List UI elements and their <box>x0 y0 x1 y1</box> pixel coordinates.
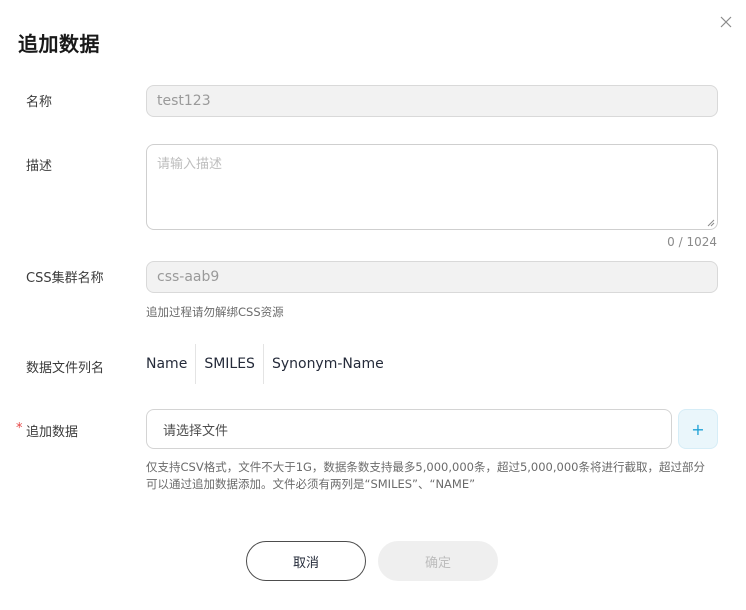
close-icon <box>720 16 732 28</box>
file-select-input[interactable]: 请选择文件 <box>146 409 672 449</box>
column-name: Name <box>146 356 188 372</box>
close-button[interactable] <box>716 12 736 32</box>
confirm-button[interactable]: 确定 <box>378 541 498 581</box>
plus-icon: + <box>691 419 705 439</box>
append-data-dialog: 追加数据 名称 test123 描述 请输入描述 0 / 1024 CSS集群名… <box>0 0 746 610</box>
data-columns-list: Name SMILES Synonym-Name <box>146 344 392 384</box>
css-cluster-value: css-aab9 <box>157 269 220 285</box>
css-cluster-label: CSS集群名称 <box>26 271 104 286</box>
dialog-title: 追加数据 <box>18 32 100 56</box>
name-value: test123 <box>157 93 211 109</box>
name-input[interactable]: test123 <box>146 85 718 117</box>
append-data-hint-line1: 仅支持CSV格式，文件不大于1G，数据条数支持最多5,000,000条，超过5,… <box>146 460 705 474</box>
description-counter: 0 / 1024 <box>667 235 717 249</box>
append-data-label: 追加数据 <box>26 425 79 440</box>
css-cluster-input[interactable]: css-aab9 <box>146 261 718 293</box>
append-data-hint-line2: 可以通过追加数据添加。文件必须有两列是“SMILES”、“NAME” <box>146 477 476 491</box>
add-file-button[interactable]: + <box>678 409 718 449</box>
description-placeholder: 请输入描述 <box>157 157 223 172</box>
file-select-placeholder: 请选择文件 <box>163 423 229 439</box>
css-cluster-hint: 追加过程请勿解绑CSS资源 <box>146 305 284 319</box>
resize-grip-icon[interactable] <box>707 219 715 227</box>
data-columns-label: 数据文件列名 <box>26 361 105 376</box>
append-data-hint: 仅支持CSV格式，文件不大于1G，数据条数支持最多5,000,000条，超过5,… <box>146 459 705 493</box>
required-mark: * <box>16 421 23 436</box>
description-label: 描述 <box>26 159 53 174</box>
column-smiles: SMILES <box>195 344 263 384</box>
column-synonym-name: Synonym-Name <box>262 344 392 384</box>
cancel-button[interactable]: 取消 <box>246 541 366 581</box>
description-textarea[interactable]: 请输入描述 <box>146 144 718 230</box>
name-label: 名称 <box>26 95 53 110</box>
